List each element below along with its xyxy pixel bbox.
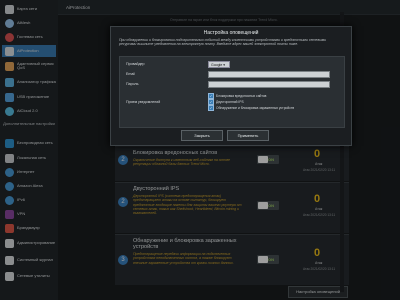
dialog-description: При обнаружении и блокировании подозрите… (119, 38, 327, 47)
provider-select[interactable]: Google ▾ (208, 61, 230, 68)
apply-button[interactable]: Применить (227, 130, 269, 141)
checkbox-checked-icon: ✓ (208, 105, 214, 111)
option-label: Двусторонний IPS (216, 100, 244, 104)
password-field[interactable] (208, 81, 330, 88)
alert-form: Провайдер Google ▾ Email Пароль Прием ув… (119, 56, 345, 128)
email-field[interactable] (208, 71, 330, 78)
password-label: Пароль (126, 82, 139, 86)
option-infected-devices[interactable]: ✓ Обнаружение и блокировка зараженных ус… (208, 105, 294, 111)
option-label: Обнаружение и блокировка зараженных устр… (216, 106, 295, 110)
notify-label: Прием уведомлений (126, 100, 161, 104)
close-button[interactable]: Закрыть (181, 130, 223, 141)
option-label: Блокировка вредоносных сайтов (216, 94, 267, 98)
dialog-title: Настройка оповещений (203, 30, 259, 36)
email-label: Email (126, 72, 135, 76)
alert-settings-dialog: Настройка оповещений При обнаружении и б… (110, 26, 352, 146)
provider-label: Провайдер (126, 62, 145, 66)
